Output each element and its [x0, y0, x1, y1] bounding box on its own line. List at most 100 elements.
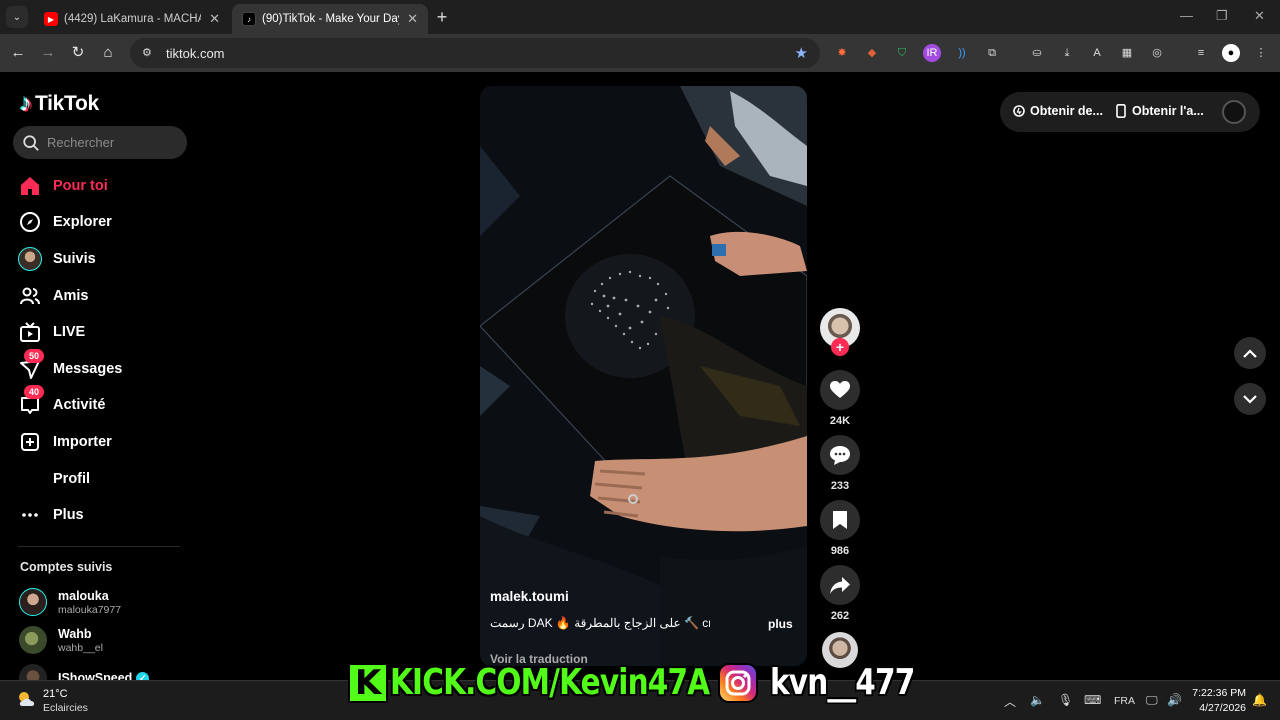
back-icon[interactable]: ←: [8, 43, 28, 63]
nav-following[interactable]: Suivis: [18, 244, 188, 274]
weather-icon[interactable]: [16, 690, 38, 708]
nav-label: Plus: [53, 507, 84, 523]
nav-label: Activité: [53, 397, 106, 413]
restore-icon[interactable]: ❐: [1216, 8, 1228, 24]
followed-account[interactable]: malouka malouka7977: [19, 588, 121, 616]
account-name: malouka: [58, 588, 109, 603]
address-bar[interactable]: ⚙ tiktok.com ★: [130, 38, 820, 68]
followed-account[interactable]: Wahb wahb__el: [19, 626, 103, 654]
extension-icon[interactable]: ✸: [833, 44, 851, 62]
tray-overflow-icon[interactable]: ︿: [1004, 693, 1016, 710]
weather-temperature: 21°C: [43, 688, 68, 700]
previous-video-button[interactable]: [1234, 337, 1266, 369]
nav-label: Amis: [53, 288, 89, 304]
network-icon[interactable]: 🖵: [1146, 693, 1158, 708]
youtube-icon: ▶: [44, 12, 58, 26]
like-button[interactable]: [820, 370, 860, 410]
avatar: [19, 588, 47, 616]
activity-badge: 40: [24, 385, 44, 399]
cast-extension-icon[interactable]: )): [953, 44, 971, 62]
phone-icon: [1116, 104, 1126, 118]
nav-friends[interactable]: Amis: [18, 281, 188, 311]
incognito-icon[interactable]: ⛀: [1028, 44, 1046, 62]
next-video-button[interactable]: [1234, 383, 1266, 415]
clock-date[interactable]: 4/27/2026: [1188, 702, 1246, 714]
tab-youtube[interactable]: ▶ (4429) LaKamura - MACHAFOHI ✕: [34, 4, 230, 34]
account-handle: wahb__el: [58, 641, 103, 654]
nav-label: Suivis: [53, 251, 96, 267]
extension-lr-icon[interactable]: IR: [923, 44, 941, 62]
tiktok-logo[interactable]: ♪ TikTok: [20, 90, 99, 118]
compass-icon: [18, 210, 42, 234]
tiktok-page: ♪ TikTok Pour toi Explorer Suivis Amis L…: [0, 72, 1280, 692]
input-language[interactable]: FRA: [1114, 695, 1135, 707]
clock-time[interactable]: 7:22:36 PM: [1188, 687, 1246, 699]
menu-kebab-icon[interactable]: ⋮: [1252, 44, 1270, 62]
nav-activity[interactable]: 40 Activité: [18, 385, 188, 420]
follow-plus-button[interactable]: +: [831, 338, 849, 356]
extensions-puzzle-icon[interactable]: ⧉: [983, 44, 1001, 62]
brand-name: TikTok: [35, 92, 99, 115]
reading-list-icon[interactable]: ≡: [1192, 44, 1210, 62]
divider: [18, 546, 180, 547]
site-info-icon[interactable]: ⚙: [142, 46, 156, 60]
search-input[interactable]: [47, 135, 177, 150]
like-count: 24K: [829, 415, 851, 427]
search-box[interactable]: [13, 126, 187, 159]
speaker-icon[interactable]: 🔈: [1030, 693, 1045, 707]
new-tab-button[interactable]: +: [432, 7, 452, 27]
chevron-down-icon: [1243, 394, 1257, 404]
window-close-icon[interactable]: ✕: [1254, 8, 1265, 24]
shield-extension-icon[interactable]: ⛉: [893, 44, 911, 62]
download-icon[interactable]: ⤓: [1058, 44, 1076, 62]
account-name: Wahb: [58, 626, 92, 641]
get-coins-button[interactable]: Obtenir de...: [1013, 104, 1103, 118]
reload-icon[interactable]: ↻: [68, 43, 88, 63]
messages-badge: 50: [24, 349, 44, 363]
chevron-up-icon: [1243, 348, 1257, 358]
more-icon: [18, 503, 42, 527]
nav-upload[interactable]: Importer: [18, 427, 188, 457]
tiktok-note-icon: ♪: [20, 90, 32, 117]
apps-grid-icon[interactable]: ▦: [1118, 44, 1136, 62]
extension-fox-icon[interactable]: ◆: [863, 44, 881, 62]
save-button[interactable]: [820, 500, 860, 540]
tab-tiktok[interactable]: ♪ (90)TikTok - Make Your Day ✕: [232, 4, 428, 34]
messages-icon: 50: [18, 349, 44, 381]
nav-for-you[interactable]: Pour toi: [18, 171, 188, 201]
get-app-button[interactable]: Obtenir l'a...: [1115, 104, 1204, 118]
video-author[interactable]: malek.toumi: [490, 589, 569, 604]
share-button[interactable]: [820, 565, 860, 605]
kick-logo: K: [348, 663, 388, 703]
volume-icon[interactable]: 🔊: [1167, 693, 1182, 707]
nav-live[interactable]: LIVE: [18, 317, 188, 347]
instagram-icon: [718, 663, 758, 703]
tab-search-button[interactable]: ⌄: [6, 6, 28, 28]
tab-title: (4429) LaKamura - MACHAFOHI: [64, 13, 201, 25]
nav-more[interactable]: Plus: [18, 500, 188, 530]
close-icon[interactable]: ✕: [209, 11, 220, 27]
user-avatar[interactable]: [1222, 100, 1246, 124]
home-page-icon[interactable]: ⌂: [98, 43, 118, 63]
microphone-icon[interactable]: 🎙: [1058, 693, 1073, 707]
caption-more-link[interactable]: plus: [768, 617, 793, 631]
following-avatar: [18, 247, 42, 271]
forward-icon[interactable]: →: [38, 43, 58, 63]
keyboard-icon[interactable]: ⌨: [1084, 693, 1101, 707]
nav-explore[interactable]: Explorer: [18, 207, 188, 237]
nav-messages[interactable]: 50 Messages: [18, 349, 188, 384]
video-player[interactable]: malek.toumi رسمت DAK 🔥 على الزجاج بالمطر…: [480, 86, 807, 666]
nav-label: Importer: [53, 434, 112, 450]
home-icon: [18, 174, 42, 198]
bookmark-star-icon[interactable]: ★: [795, 44, 808, 62]
heart-icon: [830, 381, 850, 398]
profile-avatar[interactable]: ●: [1222, 44, 1240, 62]
nav-profile[interactable]: Profil: [18, 464, 188, 494]
notification-icon[interactable]: 🔔: [1252, 693, 1267, 707]
browser-toolbar: ← → ↻ ⌂ ⚙ tiktok.com ★ ✸ ◆ ⛉ IR )) ⧉ ⛀ ⤓…: [0, 34, 1280, 72]
minimize-icon[interactable]: —: [1180, 8, 1193, 23]
comment-button[interactable]: [820, 435, 860, 475]
translate-icon[interactable]: A: [1088, 44, 1106, 62]
lens-icon[interactable]: ◎: [1148, 44, 1166, 62]
close-icon[interactable]: ✕: [407, 11, 418, 27]
